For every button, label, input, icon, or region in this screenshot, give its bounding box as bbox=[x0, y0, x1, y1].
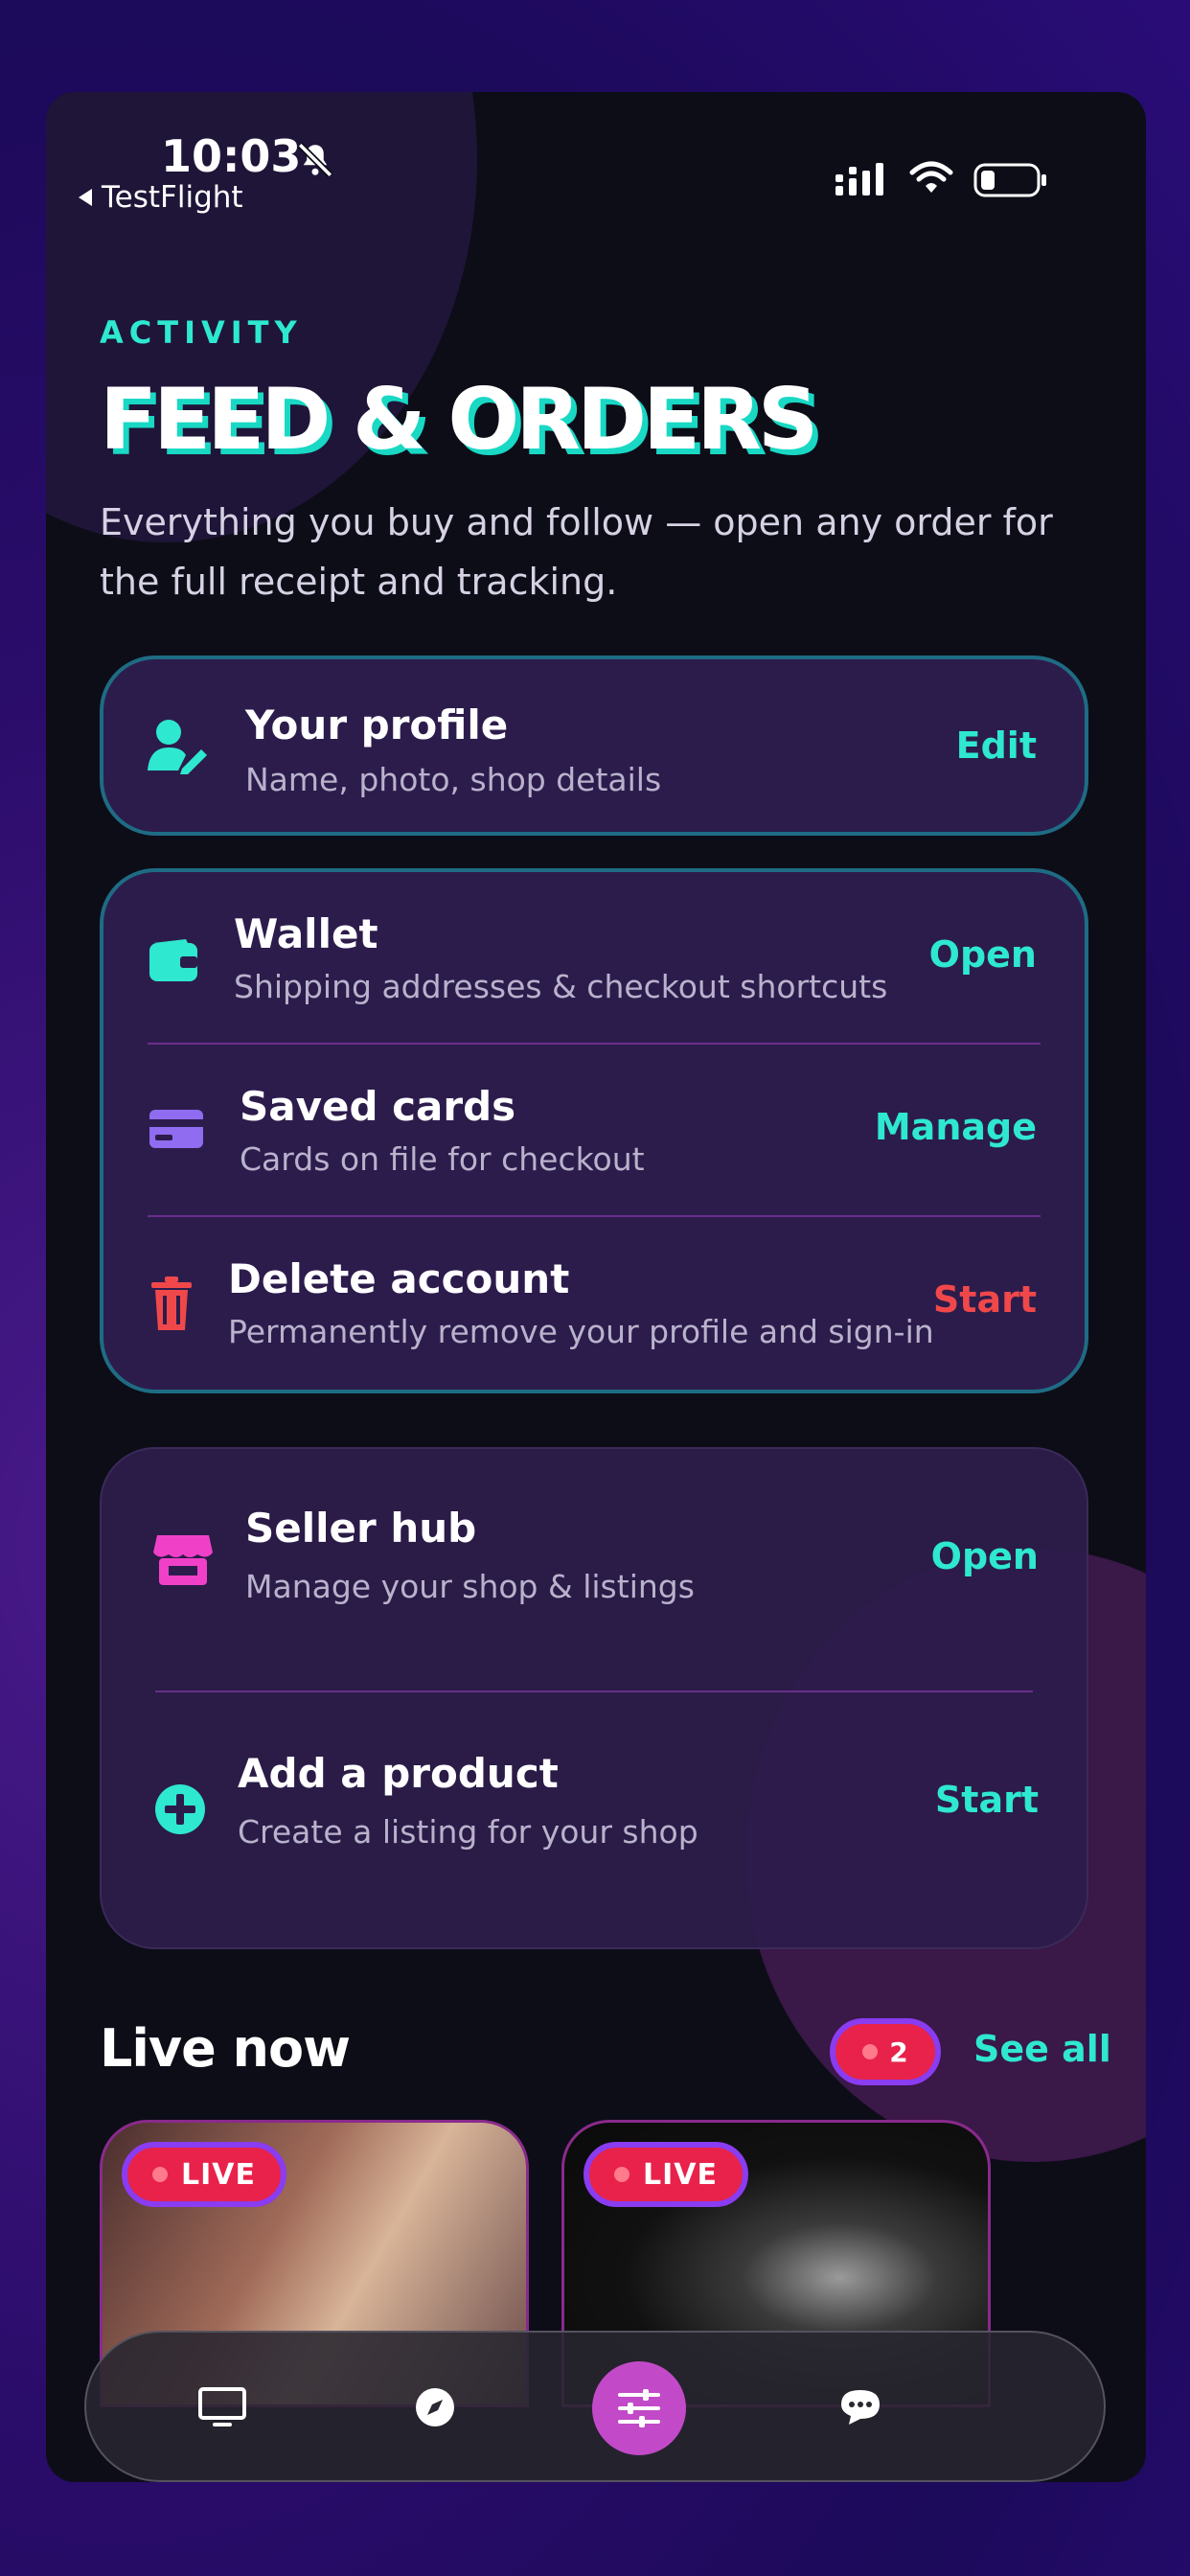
sliders-icon bbox=[618, 2389, 660, 2427]
add-product-start-button[interactable]: Start bbox=[935, 1779, 1039, 1821]
live-badge-label: LIVE bbox=[643, 2157, 718, 2192]
profile-subtitle: Name, photo, shop details bbox=[245, 761, 662, 798]
delete-account-start-button[interactable]: Start bbox=[933, 1278, 1037, 1321]
profile-title: Your profile bbox=[245, 702, 509, 748]
back-link-label: TestFlight bbox=[102, 180, 243, 215]
status-time: 10:03 bbox=[161, 130, 302, 182]
cellular-signal-icon bbox=[835, 163, 883, 196]
app-screen: 10:03 TestFlight ACTIVITY FEED & ORDERS … bbox=[46, 92, 1146, 2482]
tab-explore[interactable] bbox=[399, 2371, 471, 2444]
tab-filters[interactable] bbox=[592, 2361, 686, 2455]
tab-monitor[interactable] bbox=[186, 2371, 259, 2444]
wallet-subtitle: Shipping addresses & checkout shortcuts bbox=[234, 968, 888, 1005]
live-badge-label: LIVE bbox=[181, 2157, 256, 2192]
user-edit-icon bbox=[148, 720, 207, 774]
bottom-tab-bar bbox=[84, 2331, 1106, 2482]
credit-card-icon bbox=[149, 1110, 203, 1148]
live-badge: LIVE bbox=[122, 2142, 286, 2207]
seller-hub-open-button[interactable]: Open bbox=[931, 1535, 1039, 1577]
delete-account-title: Delete account bbox=[228, 1255, 570, 1302]
trash-icon bbox=[151, 1276, 192, 1330]
see-all-link[interactable]: See all bbox=[973, 2028, 1111, 2070]
delete-account-subtitle: Permanently remove your profile and sign… bbox=[228, 1313, 934, 1350]
profile-edit-button[interactable]: Edit bbox=[956, 724, 1037, 767]
account-settings-card: Wallet Shipping addresses & checkout sho… bbox=[100, 868, 1088, 1393]
delete-account-row[interactable]: Delete account Permanently remove your p… bbox=[103, 1217, 1085, 1390]
seller-hub-row[interactable]: Seller hub Manage your shop & listings O… bbox=[102, 1449, 1087, 1690]
add-product-title: Add a product bbox=[238, 1750, 559, 1797]
wallet-row[interactable]: Wallet Shipping addresses & checkout sho… bbox=[103, 872, 1085, 1045]
profile-row[interactable]: Your profile Name, photo, shop details E… bbox=[103, 659, 1085, 840]
section-eyebrow: ACTIVITY bbox=[100, 314, 303, 351]
saved-cards-title: Saved cards bbox=[240, 1083, 516, 1130]
back-arrow-icon bbox=[79, 189, 92, 206]
live-now-heading: Live now bbox=[100, 2018, 351, 2079]
saved-cards-manage-button[interactable]: Manage bbox=[875, 1106, 1037, 1148]
add-product-subtitle: Create a listing for your shop bbox=[238, 1813, 698, 1851]
wifi-icon bbox=[909, 161, 953, 193]
saved-cards-row[interactable]: Saved cards Cards on file for checkout M… bbox=[103, 1045, 1085, 1217]
seller-hub-title: Seller hub bbox=[245, 1505, 477, 1552]
add-product-row[interactable]: Add a product Create a listing for your … bbox=[102, 1694, 1087, 1949]
divider bbox=[155, 1690, 1033, 1692]
plus-circle-icon bbox=[155, 1784, 205, 1834]
bell-off-icon bbox=[297, 142, 333, 178]
profile-card[interactable]: Your profile Name, photo, shop details E… bbox=[100, 656, 1088, 836]
page-title: FEED & ORDERS bbox=[100, 370, 818, 469]
seller-card: Seller hub Manage your shop & listings O… bbox=[100, 1447, 1088, 1949]
compass-icon bbox=[416, 2388, 454, 2426]
live-badge: LIVE bbox=[584, 2142, 748, 2207]
wallet-icon bbox=[149, 939, 197, 981]
live-count-badge: 2 bbox=[830, 2018, 941, 2085]
live-dot bbox=[614, 2167, 629, 2182]
tab-messages[interactable] bbox=[824, 2371, 897, 2444]
page-subtitle: Everything you buy and follow — open any… bbox=[100, 501, 1053, 603]
battery-icon bbox=[973, 163, 1046, 197]
wallet-title: Wallet bbox=[234, 910, 378, 957]
chat-bubble-icon bbox=[841, 2390, 880, 2425]
wallet-open-button[interactable]: Open bbox=[929, 933, 1037, 976]
monitor-icon bbox=[198, 2387, 246, 2426]
back-to-testflight-link[interactable]: TestFlight bbox=[79, 180, 243, 215]
seller-hub-subtitle: Manage your shop & listings bbox=[245, 1568, 695, 1605]
live-dot bbox=[152, 2167, 168, 2182]
saved-cards-subtitle: Cards on file for checkout bbox=[240, 1140, 645, 1178]
live-dot bbox=[862, 2044, 879, 2059]
store-icon bbox=[153, 1535, 213, 1585]
live-count: 2 bbox=[889, 2036, 908, 2068]
